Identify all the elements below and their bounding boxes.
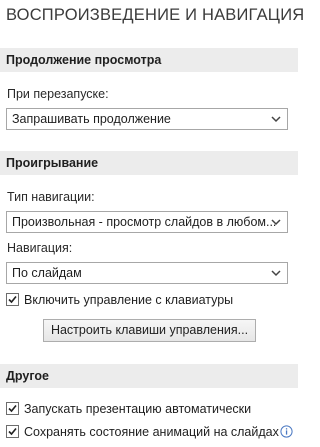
- section-header-other: Другое: [0, 364, 298, 388]
- panel-title: ВОСПРОИЗВЕДЕНИЕ И НАВИГАЦИЯ: [6, 6, 305, 24]
- chevron-down-icon: [271, 219, 281, 226]
- save-animation-label: Сохранять состояние анимаций на слайдах: [24, 424, 293, 440]
- restart-dropdown[interactable]: Запрашивать продолжение: [6, 108, 288, 130]
- navigation-label: Навигация:: [7, 241, 73, 255]
- checkmark-icon: [8, 295, 17, 304]
- navigation-dropdown[interactable]: По слайдам: [6, 262, 288, 284]
- restart-label: При перезапуске:: [7, 87, 109, 101]
- save-animation-checkbox[interactable]: [6, 425, 19, 438]
- nav-type-dropdown-value: Произвольная - просмотр слайдов в любом.…: [12, 215, 277, 229]
- nav-type-label: Тип навигации:: [7, 190, 95, 204]
- navigation-dropdown-value: По слайдам: [12, 266, 82, 280]
- section-header-continue: Продолжение просмотра: [0, 48, 298, 72]
- section-header-playback: Проигрывание: [0, 151, 298, 175]
- autostart-label: Запускать презентацию автоматически: [24, 402, 252, 416]
- keyboard-control-label: Включить управление с клавиатуры: [24, 293, 234, 307]
- restart-dropdown-value: Запрашивать продолжение: [12, 112, 171, 126]
- checkmark-icon: [8, 427, 17, 436]
- checkmark-icon: [8, 404, 17, 413]
- chevron-down-icon: [271, 270, 281, 277]
- save-animation-label-text: Сохранять состояние анимаций на слайдах: [24, 425, 279, 439]
- keyboard-control-checkbox[interactable]: [6, 293, 19, 306]
- info-icon[interactable]: [280, 425, 293, 438]
- chevron-down-icon: [271, 116, 281, 123]
- autostart-checkbox[interactable]: [6, 402, 19, 415]
- configure-keys-button[interactable]: Настроить клавиши управления...: [43, 319, 256, 342]
- nav-type-dropdown[interactable]: Произвольная - просмотр слайдов в любом.…: [6, 211, 288, 233]
